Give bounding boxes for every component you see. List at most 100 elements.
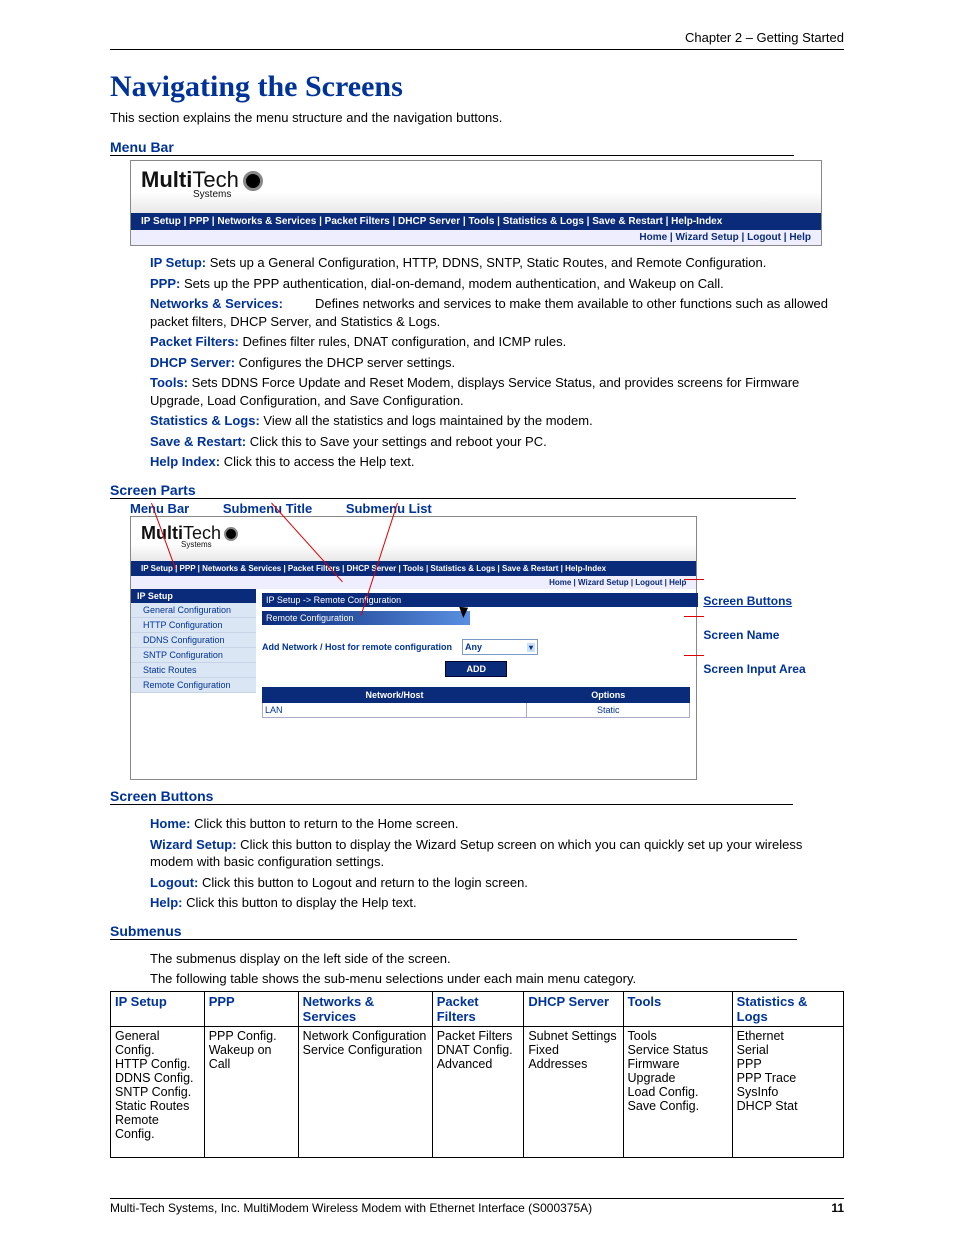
top-menubar[interactable]: IP Setup | PPP | Networks & Services | P… (131, 561, 696, 576)
breadcrumb: IP Setup -> Remote Configuration (262, 593, 698, 607)
callout-arrow (684, 579, 704, 580)
cell: Advanced (437, 1057, 520, 1071)
cell: Network Configuration (303, 1029, 428, 1043)
term: PPP: (150, 276, 180, 291)
th-dhcp: DHCP Server (524, 991, 623, 1026)
sidebar-item-sntp[interactable]: SNTP Configuration (131, 648, 256, 663)
text: Click this button to display the Help te… (183, 895, 417, 910)
text: Click this to Save your settings and reb… (246, 434, 547, 449)
th-network: Network/Host (263, 688, 527, 703)
hosts-table: Network/HostOptions LANStatic (262, 687, 690, 718)
desc-networks: Networks & Services:Defines networks and… (150, 295, 844, 330)
term: Home: (150, 816, 190, 831)
term: Help: (150, 895, 183, 910)
text: Click this to access the Help text. (220, 454, 414, 469)
callout-screen-buttons: Screen Buttons (703, 594, 845, 608)
sidebar: IP Setup General Configuration HTTP Conf… (131, 589, 256, 779)
th-ppp: PPP (204, 991, 298, 1026)
cell: PPP Config. (209, 1029, 294, 1043)
col-ppp: PPP Config. Wakeup on Call (204, 1026, 298, 1157)
table-row: General Config. HTTP Config. DDNS Config… (111, 1026, 844, 1157)
top-subbar[interactable]: Home | Wizard Setup | Logout | Help (131, 230, 821, 245)
desc-ip-setup: IP Setup: Sets up a General Configuratio… (150, 254, 844, 272)
logo-band: MultiTech Systems (131, 517, 696, 561)
desc-home: Home: Click this button to return to the… (150, 815, 844, 833)
submenus-heading: Submenus (110, 923, 797, 940)
logo-bold: Multi (141, 167, 192, 192)
submenu-table: IP Setup PPP Networks & Services Packet … (110, 991, 844, 1158)
text: View all the statistics and logs maintai… (260, 413, 593, 428)
term: Statistics & Logs: (150, 413, 260, 428)
intro-text: This section explains the menu structure… (110, 110, 844, 125)
cell: Service Configuration (303, 1043, 428, 1057)
submenu-intro: The submenus display on the left side of… (150, 950, 844, 988)
th-stats: Statistics & Logs (732, 991, 843, 1026)
callout-screen-input: Screen Input Area (703, 662, 845, 676)
cell: Subnet Settings (528, 1029, 618, 1043)
desc-help: Help Index: Click this to access the Hel… (150, 453, 844, 471)
text: Click this button to display the Wizard … (150, 837, 802, 870)
term: Tools: (150, 375, 188, 390)
cell: HTTP Config. (115, 1057, 200, 1071)
cell: Fixed Addresses (528, 1043, 618, 1071)
th-packet: Packet Filters (432, 991, 524, 1026)
cell: SysInfo (737, 1085, 839, 1099)
logo-circle-icon (243, 171, 263, 191)
label-submenu-title: Submenu Title (223, 501, 312, 516)
desc-ppp: PPP: Sets up the PPP authentication, dia… (150, 275, 844, 293)
host-select[interactable]: Any ▾ (462, 639, 538, 655)
term: Save & Restart: (150, 434, 246, 449)
chapter-header: Chapter 2 – Getting Started (110, 30, 844, 50)
logo: MultiTech Systems (141, 167, 811, 200)
desc-tools: Tools: Sets DDNS Force Update and Reset … (150, 374, 844, 409)
cell: Load Config. (628, 1085, 728, 1099)
page-title: Navigating the Screens (110, 70, 844, 104)
cell: SNTP Config. (115, 1085, 200, 1099)
term: Logout: (150, 875, 198, 890)
term: IP Setup: (150, 255, 206, 270)
cell: Remote Config. (115, 1113, 200, 1141)
top-menubar[interactable]: IP Setup | PPP | Networks & Services | P… (131, 213, 821, 230)
callout-arrow (684, 616, 704, 617)
cell: PPP Trace (737, 1071, 839, 1085)
screen-title: Remote Configuration (262, 611, 470, 625)
menu-bar-heading: Menu Bar (110, 139, 794, 156)
cell: Firmware Upgrade (628, 1057, 728, 1085)
col-stats: Ethernet Serial PPP PPP Trace SysInfo DH… (732, 1026, 843, 1157)
sidebar-item-http[interactable]: HTTP Configuration (131, 618, 256, 633)
cursor-icon (461, 605, 473, 621)
cell: Serial (737, 1043, 839, 1057)
th-tools: Tools (623, 991, 732, 1026)
page-footer: Multi-Tech Systems, Inc. MultiModem Wire… (110, 1198, 844, 1215)
text: Configures the DHCP server settings. (235, 355, 455, 370)
logo-systems: Systems (181, 540, 686, 549)
sidebar-item-static-routes[interactable]: Static Routes (131, 663, 256, 678)
cell: General Config. (115, 1029, 200, 1057)
text: Click this button to Logout and return t… (198, 875, 528, 890)
top-subbar[interactable]: Home | Wizard Setup | Logout | Help (131, 576, 696, 589)
cell: Save Config. (628, 1099, 728, 1113)
menu-bar-figure: MultiTech Systems IP Setup | PPP | Netwo… (130, 160, 822, 246)
desc-save: Save & Restart: Click this to Save your … (150, 433, 844, 451)
text: Sets DDNS Force Update and Reset Modem, … (150, 375, 799, 408)
add-button[interactable]: ADD (445, 661, 507, 677)
text: Defines filter rules, DNAT configuration… (239, 334, 566, 349)
term: DHCP Server: (150, 355, 235, 370)
submenu-p2: The following table shows the sub-menu s… (150, 970, 844, 988)
td-static: Static (527, 703, 690, 718)
label-submenu-list: Submenu List (346, 501, 432, 516)
cell: DDNS Config. (115, 1071, 200, 1085)
page-number: 11 (831, 1201, 844, 1215)
logo-circle-icon (224, 527, 238, 541)
term: Packet Filters: (150, 334, 239, 349)
desc-help-btn: Help: Click this button to display the H… (150, 894, 844, 912)
desc-wizard: Wizard Setup: Click this button to displ… (150, 836, 844, 871)
sidebar-item-remote-config[interactable]: Remote Configuration (131, 678, 256, 693)
sidebar-item-general[interactable]: General Configuration (131, 603, 256, 618)
cell: Service Status (628, 1043, 728, 1057)
footer-text: Multi-Tech Systems, Inc. MultiModem Wire… (110, 1201, 592, 1215)
logo-systems: Systems (193, 189, 811, 200)
main-panel: IP Setup -> Remote Configuration Remote … (256, 589, 696, 779)
chevron-down-icon: ▾ (527, 643, 535, 652)
sidebar-item-ddns[interactable]: DDNS Configuration (131, 633, 256, 648)
